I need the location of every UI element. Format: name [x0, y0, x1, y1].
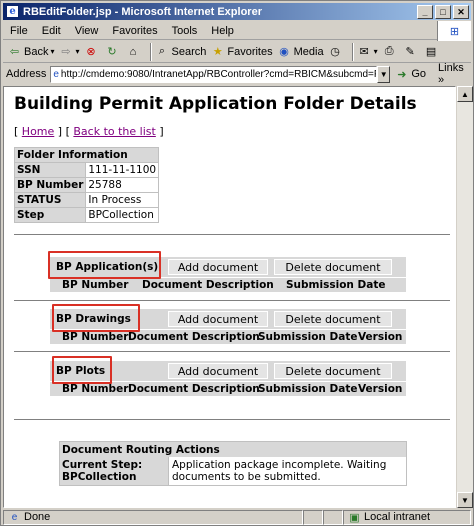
highlight-box [52, 356, 112, 384]
print-icon: ⎙ [384, 45, 394, 57]
back-arrow-icon: ⇦ [9, 46, 20, 58]
minimize-button[interactable]: _ [417, 5, 433, 19]
refresh-icon: ↻ [107, 46, 117, 58]
print-button[interactable]: ⎙ [382, 44, 399, 59]
menu-tools[interactable]: Tools [165, 25, 205, 37]
add-document-button[interactable]: Add document [168, 363, 268, 379]
close-button[interactable]: ✕ [453, 5, 469, 19]
zone-text: Local intranet [364, 511, 431, 523]
stop-button[interactable]: ⊗ [84, 44, 101, 59]
divider [14, 234, 450, 235]
delete-document-button[interactable]: Delete document [274, 259, 392, 275]
intranet-zone-icon: ▣ [349, 511, 360, 524]
stop-icon: ⊗ [86, 46, 96, 58]
status-bar: e Done ▣ Local intranet [3, 509, 473, 525]
add-document-button[interactable]: Add document [168, 259, 268, 275]
scroll-up-button[interactable]: ▲ [457, 86, 473, 102]
delete-document-button[interactable]: Delete document [274, 311, 392, 327]
menu-help[interactable]: Help [204, 25, 241, 37]
home-link[interactable]: Home [22, 125, 54, 138]
history-icon: ◷ [330, 46, 340, 58]
address-input[interactable]: e http://cmdemo:9080/IntranetApp/RBContr… [50, 65, 377, 83]
edit-button[interactable]: ✎ [403, 44, 420, 59]
table-row: Step BPCollection [13, 207, 160, 223]
browser-window: e RBEditFolder.jsp - Microsoft Internet … [0, 0, 474, 526]
vertical-scrollbar[interactable]: ▲ ▼ [457, 86, 473, 508]
status-text: Done [24, 511, 51, 523]
media-icon: ◉ [279, 46, 289, 58]
toolbar: ⇦ Back ▾ ⇨ ▾ ⊗ ↻ ⌂ ⌕ Search ★ Favorites ◉ Medi… [3, 41, 471, 63]
discuss-icon: ▤ [425, 46, 437, 58]
add-document-button[interactable]: Add document [168, 311, 268, 327]
ie-logo-icon: e [6, 5, 19, 18]
page-done-icon: e [11, 511, 18, 523]
go-button[interactable]: ➜ Go [394, 67, 426, 82]
routing-header: Document Routing Actions [60, 442, 406, 457]
maximize-button[interactable]: □ [435, 5, 451, 19]
go-arrow-icon: ➜ [397, 68, 407, 81]
routing-message: Application package incomplete. Waiting … [168, 457, 406, 485]
back-to-list-link[interactable]: Back to the list [73, 125, 155, 138]
favorites-icon: ★ [212, 46, 223, 58]
refresh-button[interactable]: ↻ [105, 44, 122, 59]
title-bar: e RBEditFolder.jsp - Microsoft Internet … [3, 3, 471, 20]
table-row: BP Number 25788 [13, 177, 160, 193]
history-button[interactable]: ◷ [328, 44, 345, 59]
address-dropdown-button[interactable]: ▼ [376, 65, 391, 83]
windows-logo-icon: ⊞ [437, 21, 471, 41]
menu-bar: File Edit View Favorites Tools Help [3, 22, 471, 40]
forward-button[interactable]: ⇨ ▾ [58, 44, 79, 59]
highlight-box [48, 251, 161, 279]
mail-icon: ✉ [359, 46, 369, 58]
address-label: Address [6, 68, 47, 80]
highlight-box [52, 304, 140, 332]
divider [14, 419, 450, 420]
address-bar: Address e http://cmdemo:9080/IntranetApp… [3, 62, 471, 86]
scroll-down-button[interactable]: ▼ [457, 492, 473, 508]
routing-actions-panel: Document Routing Actions Current Step: B… [59, 441, 407, 486]
current-step-label: Current Step: BPCollection [60, 457, 168, 485]
divider [14, 351, 450, 352]
delete-document-button[interactable]: Delete document [274, 363, 392, 379]
folder-info-header: Folder Information [13, 147, 160, 163]
menu-file[interactable]: File [3, 25, 35, 37]
page-icon: e [53, 68, 59, 80]
table-row: STATUS In Process [13, 192, 160, 208]
links-button[interactable]: Links » [438, 62, 471, 86]
menu-view[interactable]: View [68, 25, 106, 37]
menu-edit[interactable]: Edit [35, 25, 68, 37]
page-content: Building Permit Application Folder Detai… [3, 86, 456, 508]
window-title: RBEditFolder.jsp - Microsoft Internet Ex… [23, 5, 262, 18]
page-title: Building Permit Application Folder Detai… [14, 94, 417, 114]
discuss-button[interactable]: ▤ [424, 44, 441, 59]
media-button[interactable]: ◉ Media [277, 44, 323, 59]
favorites-button[interactable]: ★ Favorites [210, 44, 273, 59]
divider [14, 300, 450, 301]
mail-button[interactable]: ✉ ▾ [357, 44, 377, 59]
folder-info-table: Folder Information SSN 111-11-1100 BP Num… [13, 147, 160, 223]
back-button[interactable]: ⇦ Back ▾ [7, 44, 55, 59]
table-row: SSN 111-11-1100 [13, 162, 160, 178]
search-icon: ⌕ [158, 45, 166, 57]
home-icon: ⌂ [129, 45, 137, 58]
forward-arrow-icon: ⇨ [61, 46, 71, 58]
menu-favorites[interactable]: Favorites [105, 25, 164, 37]
edit-icon: ✎ [405, 46, 415, 58]
home-button[interactable]: ⌂ [126, 44, 143, 59]
breadcrumb: [ Home ] [ Back to the list ] [14, 125, 164, 138]
search-button[interactable]: ⌕ Search [155, 44, 206, 59]
